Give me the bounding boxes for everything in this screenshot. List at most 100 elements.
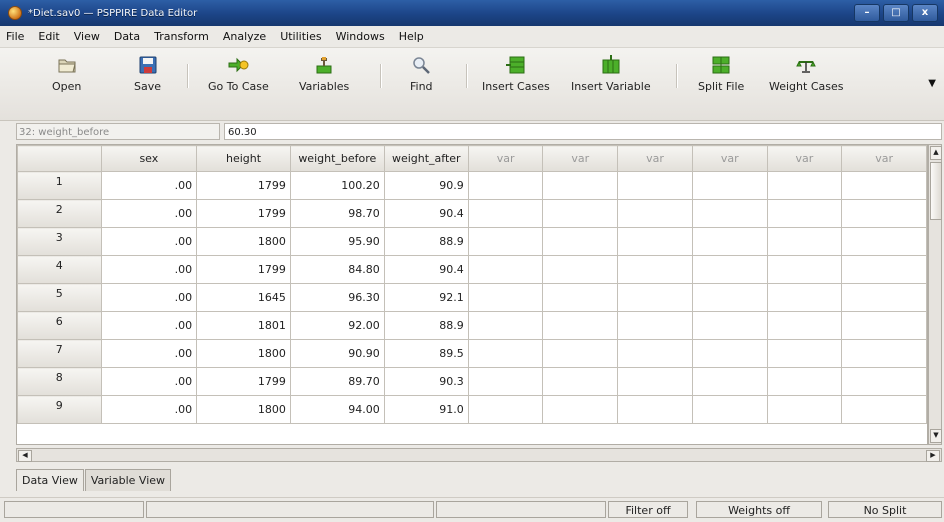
data-cell[interactable]: 1799 <box>196 255 291 284</box>
empty-cell[interactable] <box>691 255 768 284</box>
empty-cell[interactable] <box>766 395 843 424</box>
row-header[interactable]: 7 <box>17 339 102 368</box>
data-cell[interactable]: .00 <box>100 395 198 424</box>
row-header[interactable]: 9 <box>17 395 102 424</box>
data-cell[interactable]: 98.70 <box>289 199 385 228</box>
menu-view[interactable]: View <box>67 30 107 43</box>
data-cell[interactable]: 1800 <box>196 395 291 424</box>
title-bar[interactable]: *Diet.sav0 — PSPPIRE Data Editor – □ x <box>0 0 944 26</box>
data-cell[interactable]: 1801 <box>196 311 291 340</box>
empty-cell[interactable] <box>617 311 693 340</box>
empty-cell[interactable] <box>841 171 927 200</box>
data-cell[interactable]: 90.4 <box>383 199 469 228</box>
column-header[interactable]: var <box>691 145 768 172</box>
data-cell[interactable]: 1645 <box>196 283 291 312</box>
empty-cell[interactable] <box>542 311 619 340</box>
data-cell[interactable]: .00 <box>100 255 198 284</box>
data-cell[interactable]: 89.5 <box>383 339 469 368</box>
empty-cell[interactable] <box>617 367 693 396</box>
empty-cell[interactable] <box>617 171 693 200</box>
empty-cell[interactable] <box>841 283 927 312</box>
empty-cell[interactable] <box>766 199 843 228</box>
find-button[interactable]: Find <box>410 54 433 93</box>
empty-cell[interactable] <box>542 339 619 368</box>
column-header[interactable]: weight_after <box>383 145 469 172</box>
data-cell[interactable]: .00 <box>100 339 198 368</box>
empty-cell[interactable] <box>467 199 544 228</box>
empty-cell[interactable] <box>841 367 927 396</box>
row-header[interactable]: 4 <box>17 255 102 284</box>
data-cell[interactable]: 1799 <box>196 367 291 396</box>
empty-cell[interactable] <box>467 283 544 312</box>
empty-cell[interactable] <box>617 199 693 228</box>
data-cell[interactable]: 90.4 <box>383 255 469 284</box>
empty-cell[interactable] <box>542 255 619 284</box>
row-header[interactable]: 3 <box>17 227 102 256</box>
data-cell[interactable]: 1799 <box>196 199 291 228</box>
data-cell[interactable]: .00 <box>100 171 198 200</box>
empty-cell[interactable] <box>691 311 768 340</box>
empty-cell[interactable] <box>841 395 927 424</box>
empty-cell[interactable] <box>467 171 544 200</box>
column-header[interactable]: var <box>542 145 619 172</box>
empty-cell[interactable] <box>766 339 843 368</box>
open-button[interactable]: Open <box>52 54 81 93</box>
empty-cell[interactable] <box>691 199 768 228</box>
horizontal-scrollbar[interactable]: ◀ ▶ <box>16 448 942 462</box>
menu-utilities[interactable]: Utilities <box>273 30 328 43</box>
empty-cell[interactable] <box>766 311 843 340</box>
data-cell[interactable]: 90.3 <box>383 367 469 396</box>
menu-edit[interactable]: Edit <box>31 30 66 43</box>
empty-cell[interactable] <box>617 395 693 424</box>
column-header[interactable]: var <box>467 145 544 172</box>
menu-transform[interactable]: Transform <box>147 30 216 43</box>
cell-value-field[interactable]: 60.30 <box>224 123 942 140</box>
empty-cell[interactable] <box>617 255 693 284</box>
empty-cell[interactable] <box>617 283 693 312</box>
menu-file[interactable]: File <box>0 30 31 43</box>
menu-windows[interactable]: Windows <box>329 30 392 43</box>
data-cell[interactable]: 94.00 <box>289 395 385 424</box>
empty-cell[interactable] <box>542 227 619 256</box>
data-cell[interactable]: 1800 <box>196 339 291 368</box>
data-cell[interactable]: 92.00 <box>289 311 385 340</box>
weight-cases-button[interactable]: Weight Cases <box>769 54 843 93</box>
row-header[interactable]: 8 <box>17 367 102 396</box>
empty-cell[interactable] <box>617 227 693 256</box>
empty-cell[interactable] <box>841 339 927 368</box>
menu-data[interactable]: Data <box>107 30 147 43</box>
row-header[interactable]: 6 <box>17 311 102 340</box>
column-header[interactable]: var <box>617 145 693 172</box>
empty-cell[interactable] <box>766 227 843 256</box>
data-cell[interactable]: 95.90 <box>289 227 385 256</box>
data-cell[interactable]: 92.1 <box>383 283 469 312</box>
empty-cell[interactable] <box>841 255 927 284</box>
column-header[interactable]: var <box>841 145 927 172</box>
minimize-button[interactable]: – <box>854 4 880 22</box>
data-cell[interactable]: .00 <box>100 311 198 340</box>
column-header[interactable]: weight_before <box>289 145 385 172</box>
tab-variable-view[interactable]: Variable View <box>84 469 172 491</box>
data-cell[interactable]: 1799 <box>196 171 291 200</box>
empty-cell[interactable] <box>467 395 544 424</box>
empty-cell[interactable] <box>691 339 768 368</box>
data-cell[interactable]: 100.20 <box>289 171 385 200</box>
empty-cell[interactable] <box>542 395 619 424</box>
data-cell[interactable]: 88.9 <box>383 227 469 256</box>
data-cell[interactable]: 1800 <box>196 227 291 256</box>
data-cell[interactable]: 96.30 <box>289 283 385 312</box>
empty-cell[interactable] <box>467 339 544 368</box>
empty-cell[interactable] <box>542 283 619 312</box>
data-cell[interactable]: 90.9 <box>383 171 469 200</box>
tab-data-view[interactable]: Data View <box>16 469 84 491</box>
empty-cell[interactable] <box>542 199 619 228</box>
empty-cell[interactable] <box>841 227 927 256</box>
split-file-button[interactable]: Split File <box>698 54 744 93</box>
insert-variable-button[interactable]: Insert Variable <box>571 54 651 93</box>
data-cell[interactable]: 88.9 <box>383 311 469 340</box>
cell-reference-field[interactable]: 32: weight_before <box>16 123 220 140</box>
empty-cell[interactable] <box>617 339 693 368</box>
data-cell[interactable]: 91.0 <box>383 395 469 424</box>
toolbar-overflow-icon[interactable]: ▼ <box>928 78 936 89</box>
close-button[interactable]: x <box>912 4 938 22</box>
